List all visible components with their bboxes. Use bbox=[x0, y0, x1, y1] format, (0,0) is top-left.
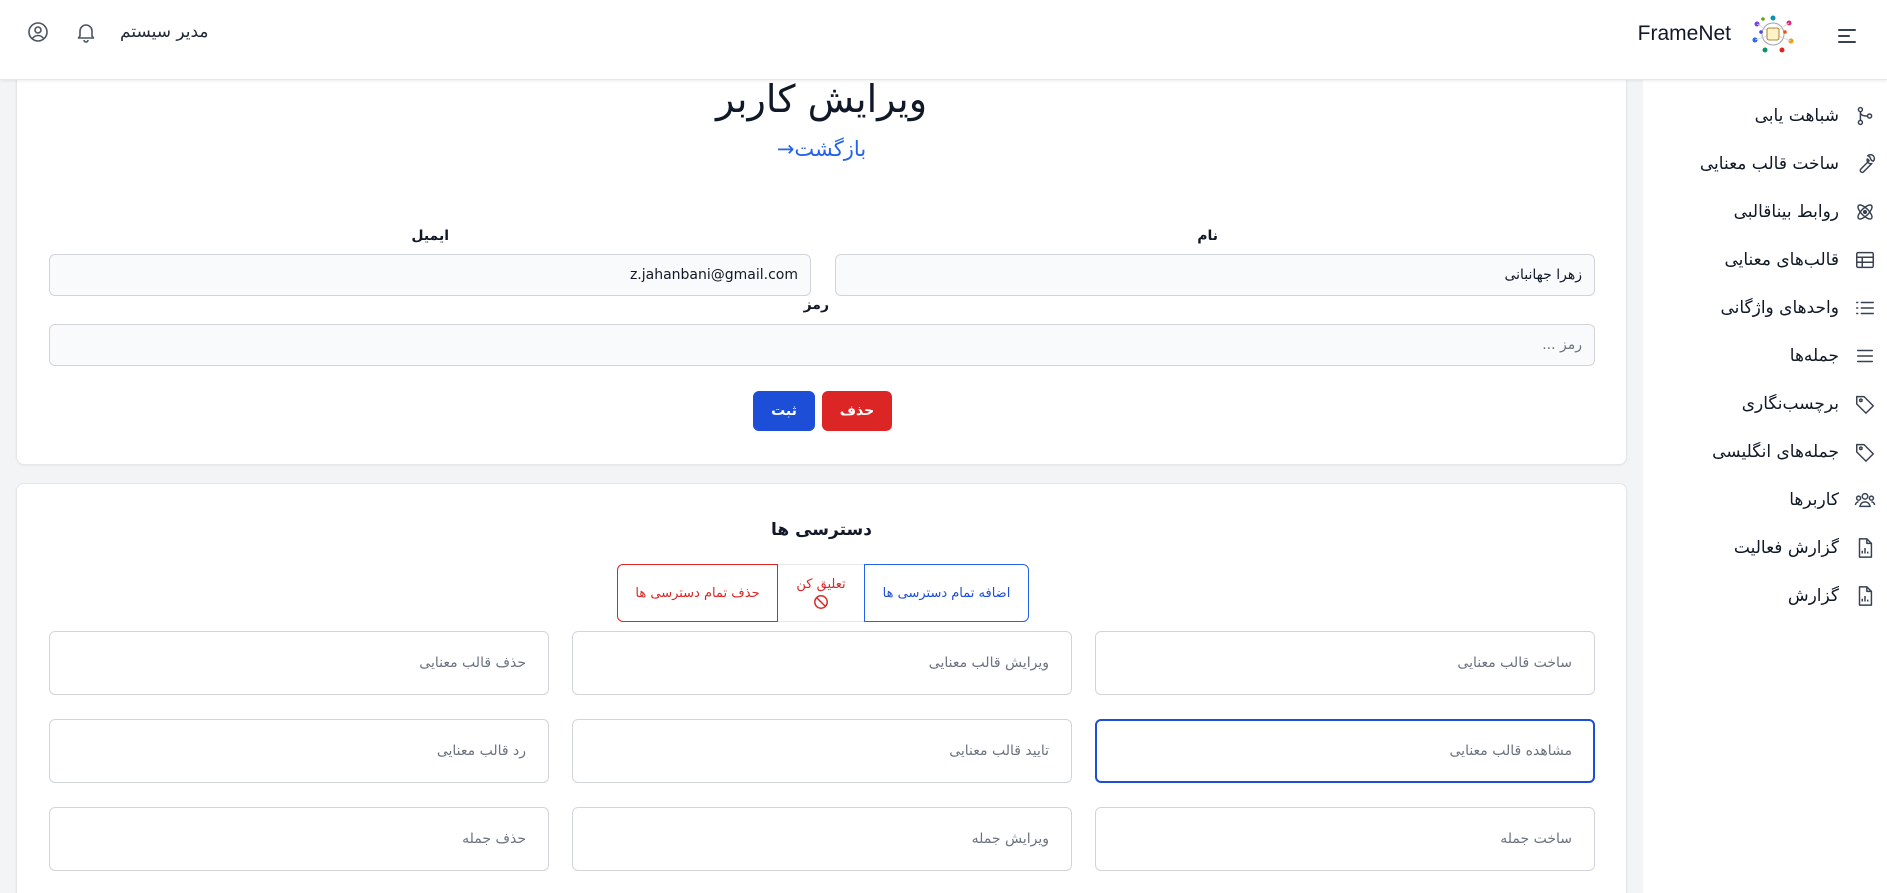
user-name[interactable]: مدیر سیستم bbox=[120, 22, 209, 42]
atom-icon bbox=[1853, 200, 1877, 224]
sidebar-item-label: شباهت یابی bbox=[1754, 106, 1839, 126]
users-icon bbox=[1853, 488, 1877, 512]
header-user-area: مدیر سیستم bbox=[26, 20, 209, 44]
menu-icon[interactable] bbox=[1835, 24, 1859, 48]
sidebar-item-label: جمله‌های انگلیسی bbox=[1712, 442, 1839, 462]
add-all-permissions-button[interactable]: اضافه تمام دسترسی ها bbox=[864, 564, 1029, 622]
sidebar-item-users[interactable]: کاربرها bbox=[1643, 476, 1887, 524]
permission-label: مشاهده قالب معنایی bbox=[1449, 743, 1573, 759]
sidebar-item-label: کاربرها bbox=[1789, 490, 1839, 510]
permission-label: حذف جمله bbox=[462, 831, 526, 847]
sidebar-item-label: برچسب‌نگاری bbox=[1741, 394, 1839, 414]
sidebar-item-label: واحدهای واژگانی bbox=[1720, 298, 1839, 318]
permission-label: ویرایش جمله bbox=[971, 831, 1049, 847]
permission-create-frame[interactable]: ساخت قالب معنایی bbox=[1095, 631, 1595, 695]
wrench-icon bbox=[1853, 152, 1877, 176]
sidebar-item-label: جمله‌ها bbox=[1789, 346, 1839, 366]
brand-name: FrameNet bbox=[1637, 22, 1731, 45]
ban-icon bbox=[814, 594, 828, 609]
sidebar-item-activity-report[interactable]: گزارش فعالیت bbox=[1643, 524, 1887, 572]
permission-label: تایید قالب معنایی bbox=[949, 743, 1049, 759]
list-icon bbox=[1853, 296, 1877, 320]
page-title: ویرایش کاربر bbox=[715, 77, 928, 121]
permission-label: حذف قالب معنایی bbox=[419, 655, 526, 671]
name-label: نام bbox=[1197, 228, 1218, 244]
password-field[interactable] bbox=[49, 324, 1595, 366]
delete-button[interactable]: حذف bbox=[822, 391, 892, 431]
add-all-label: اضافه تمام دسترسی ها bbox=[882, 585, 1011, 601]
top-header: FrameNet مدیر سیستم bbox=[0, 0, 1887, 80]
user-circle-icon[interactable] bbox=[26, 20, 50, 44]
bell-icon[interactable] bbox=[74, 20, 98, 44]
sidebar: شباهت یابی ساخت قالب معنایی روابط بیناقا… bbox=[1643, 80, 1887, 893]
permission-reject-frame[interactable]: رد قالب معنایی bbox=[49, 719, 549, 783]
sidebar-item-english-sentences[interactable]: جمله‌های انگلیسی bbox=[1643, 428, 1887, 476]
sidebar-item-frame-relations[interactable]: روابط بیناقالبی bbox=[1643, 188, 1887, 236]
permission-edit-sentence[interactable]: ویرایش جمله bbox=[572, 807, 1072, 871]
back-link-label: بازگشت bbox=[794, 137, 867, 161]
framenet-logo[interactable] bbox=[1749, 14, 1797, 54]
save-button[interactable]: ثبت bbox=[753, 391, 815, 431]
suspend-button[interactable]: تعلیق کن bbox=[778, 564, 864, 622]
permission-view-frame[interactable]: مشاهده قالب معنایی bbox=[1095, 719, 1595, 783]
permission-edit-frame[interactable]: ویرایش قالب معنایی bbox=[572, 631, 1072, 695]
permission-delete-sentence[interactable]: حذف جمله bbox=[49, 807, 549, 871]
sidebar-item-label: قالب‌های معنایی bbox=[1724, 250, 1839, 270]
permission-delete-frame[interactable]: حذف قالب معنایی bbox=[49, 631, 549, 695]
sidebar-item-sentences[interactable]: جمله‌ها bbox=[1643, 332, 1887, 380]
permission-create-sentence[interactable]: ساخت جمله bbox=[1095, 807, 1595, 871]
arrow-right-icon: → bbox=[776, 137, 795, 161]
permission-approve-frame[interactable]: تایید قالب معنایی bbox=[572, 719, 1072, 783]
back-link[interactable]: بازگشت→ bbox=[17, 137, 1626, 161]
sidebar-item-lexical-units[interactable]: واحدهای واژگانی bbox=[1643, 284, 1887, 332]
permissions-button-group: حذف تمام دسترسی ها تعلیق کن اضافه تمام د… bbox=[617, 564, 1029, 622]
password-label: رمز bbox=[803, 297, 829, 313]
permissions-card: دسترسی ها حذف تمام دسترسی ها تعلیق کن اض… bbox=[16, 483, 1627, 893]
sidebar-item-semantic-frames[interactable]: قالب‌های معنایی bbox=[1643, 236, 1887, 284]
tag-icon bbox=[1853, 392, 1877, 416]
sidebar-item-label: گزارش فعالیت bbox=[1733, 538, 1839, 558]
permission-label: ویرایش قالب معنایی bbox=[928, 655, 1049, 671]
report-icon bbox=[1853, 536, 1877, 560]
git-branch-icon bbox=[1853, 104, 1877, 128]
report-icon bbox=[1853, 584, 1877, 608]
lines-icon bbox=[1853, 344, 1877, 368]
sidebar-item-report[interactable]: گزارش bbox=[1643, 572, 1887, 620]
sidebar-item-create-frame[interactable]: ساخت قالب معنایی bbox=[1643, 140, 1887, 188]
email-field[interactable] bbox=[49, 254, 811, 296]
sidebar-item-annotation[interactable]: برچسب‌نگاری bbox=[1643, 380, 1887, 428]
suspend-label: تعلیق کن bbox=[796, 576, 846, 592]
sidebar-item-label: ساخت قالب معنایی bbox=[1699, 154, 1839, 174]
table-icon bbox=[1853, 248, 1877, 272]
permission-label: ساخت جمله bbox=[1500, 831, 1572, 847]
email-label: ایمیل bbox=[411, 228, 449, 244]
tag-icon bbox=[1853, 440, 1877, 464]
remove-all-label: حذف تمام دسترسی ها bbox=[635, 585, 760, 601]
sidebar-item-label: روابط بیناقالبی bbox=[1733, 202, 1839, 222]
permission-label: رد قالب معنایی bbox=[436, 743, 526, 759]
name-field[interactable] bbox=[835, 254, 1595, 296]
permissions-title: دسترسی ها bbox=[771, 520, 872, 540]
sidebar-item-similarity[interactable]: شباهت یابی bbox=[1643, 92, 1887, 140]
edit-user-card: ویرایش کاربر بازگشت→ نام ایمیل رمز حذف ث… bbox=[16, 66, 1627, 465]
remove-all-permissions-button[interactable]: حذف تمام دسترسی ها bbox=[617, 564, 778, 622]
sidebar-item-label: گزارش bbox=[1787, 586, 1839, 606]
permission-label: ساخت قالب معنایی bbox=[1457, 655, 1572, 671]
